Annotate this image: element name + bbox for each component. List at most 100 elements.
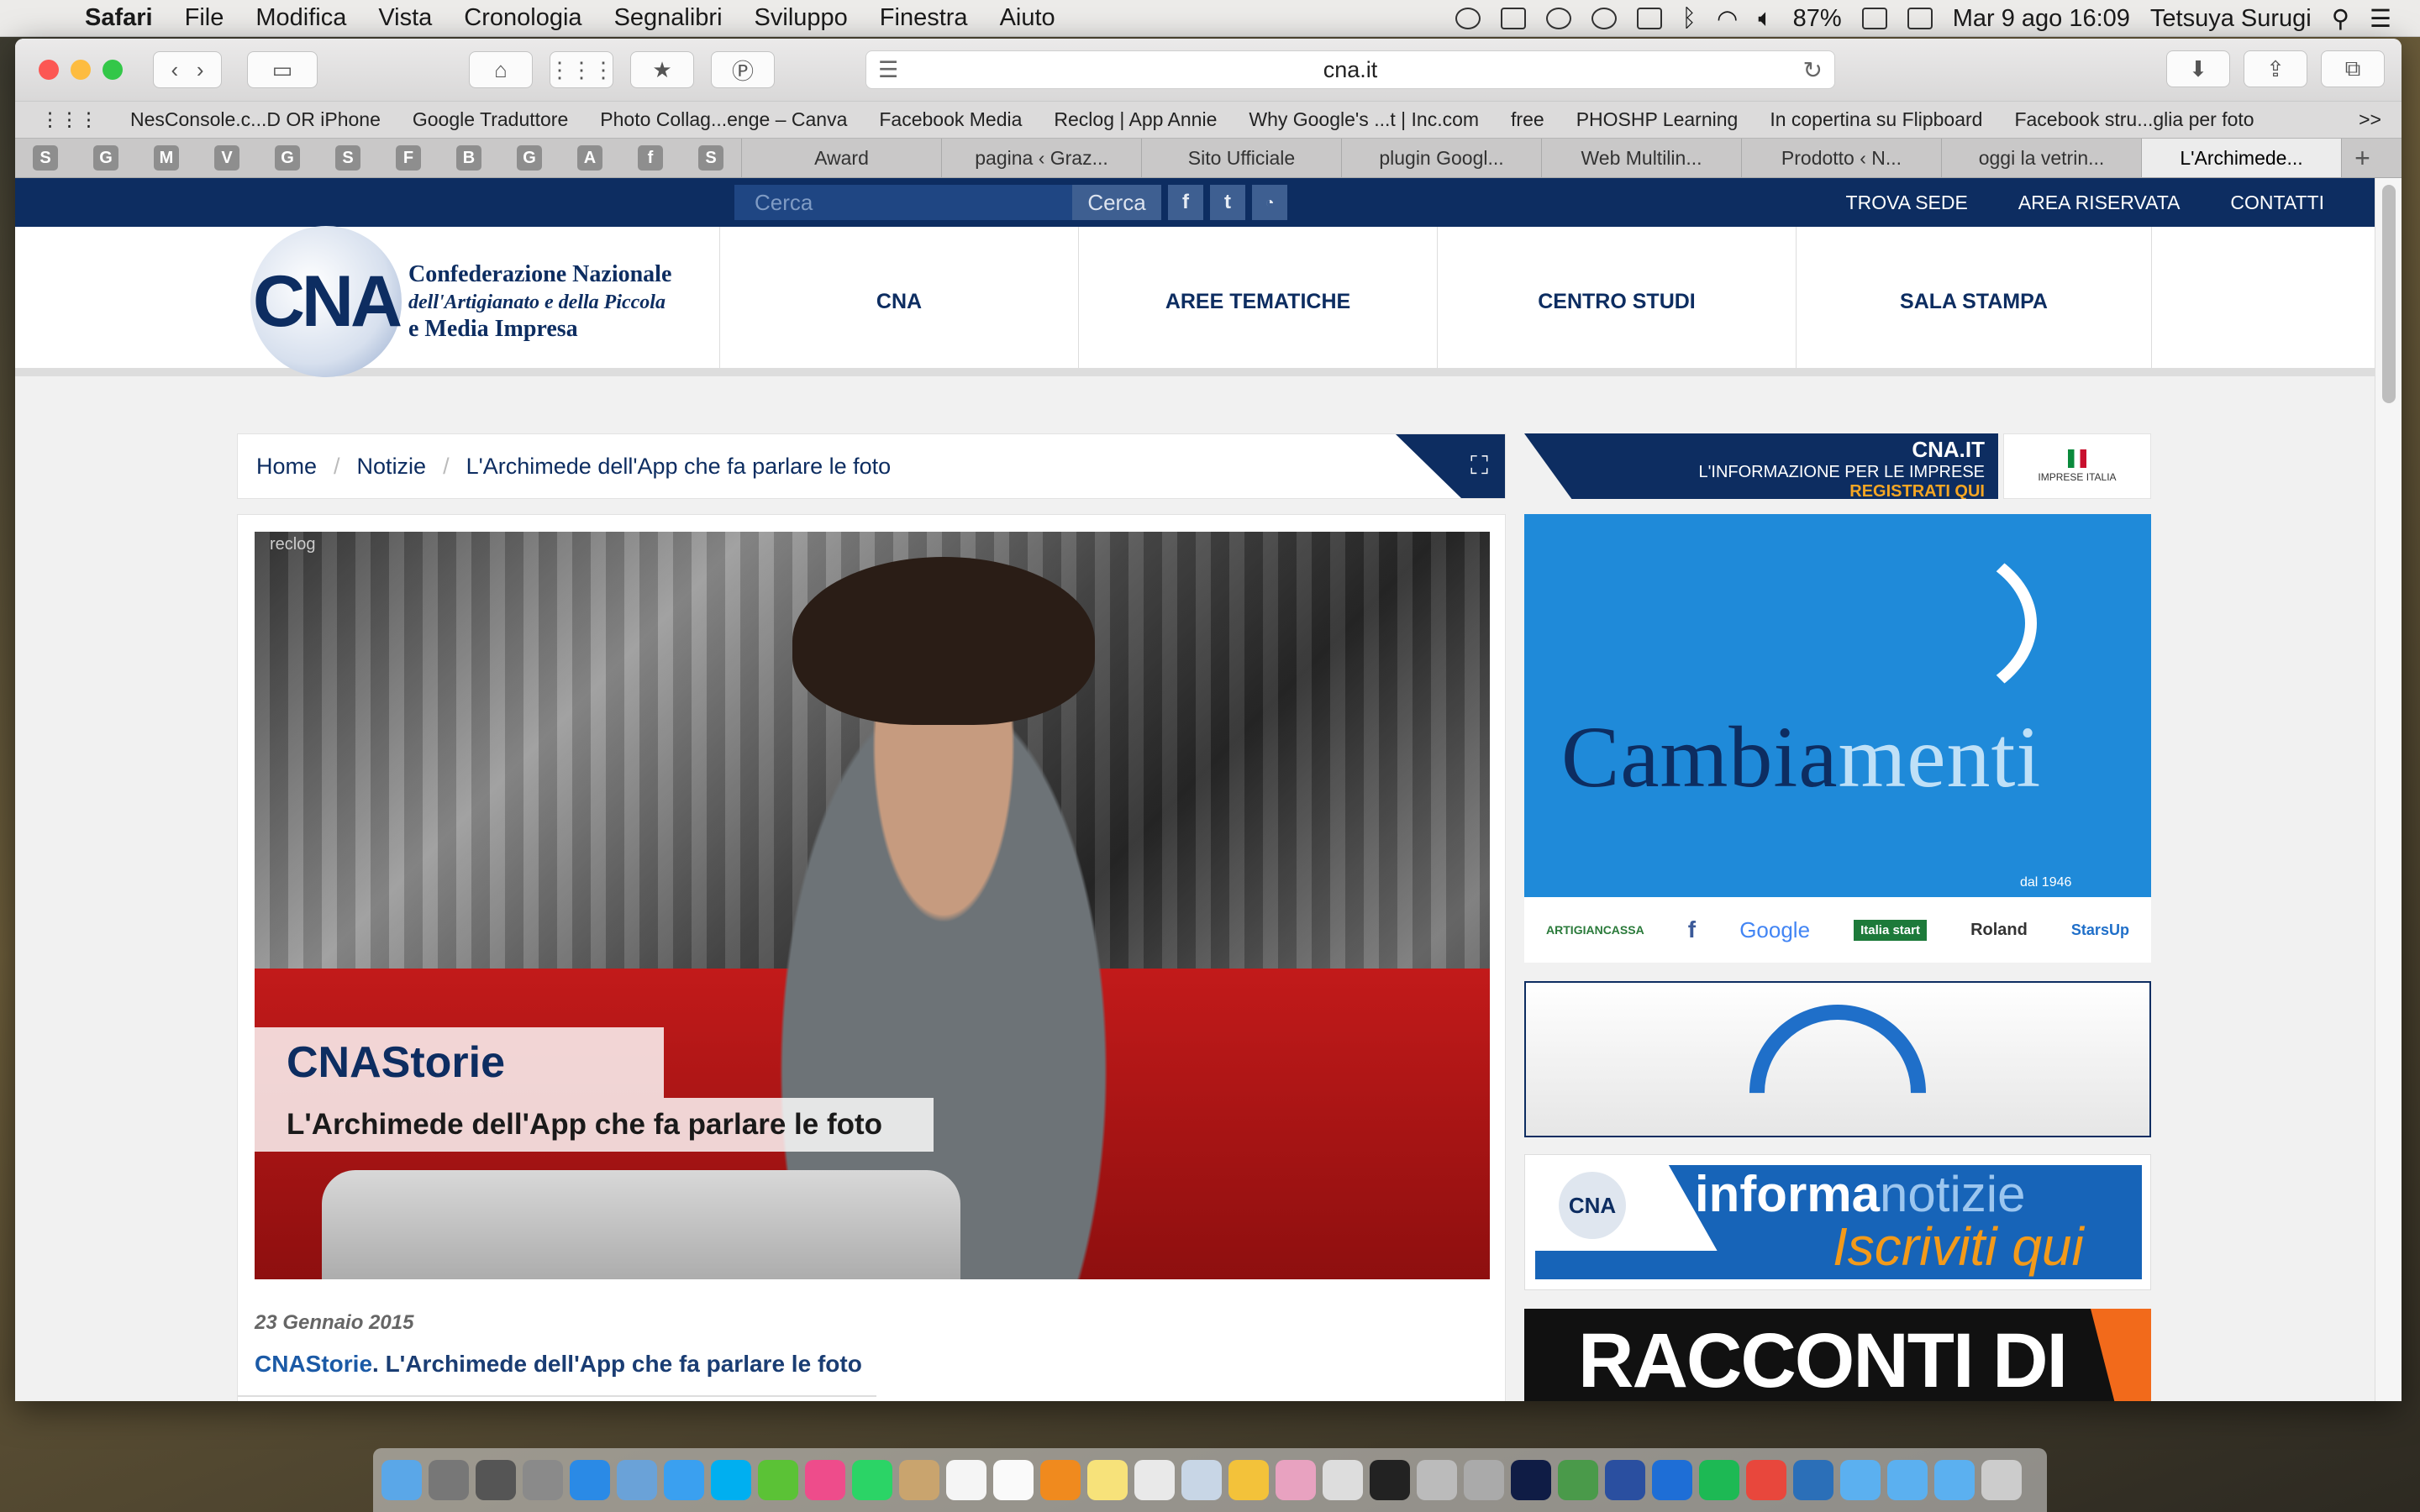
breadcrumb-home[interactable]: Home (256, 454, 317, 480)
skype-icon[interactable] (711, 1460, 751, 1500)
help-icon[interactable] (1464, 1460, 1504, 1500)
messages-icon[interactable] (1545, 8, 1571, 29)
app-icon[interactable] (1558, 1460, 1598, 1500)
volume-icon[interactable]: 🔈︎ (1758, 5, 1772, 33)
messages-icon[interactable] (664, 1460, 704, 1500)
favorite-link[interactable]: NesConsole.c...D OR iPhone (114, 108, 397, 131)
browser-tab[interactable]: pagina ‹ Graz... (941, 139, 1141, 177)
browser-tab[interactable]: plugin Googl... (1341, 139, 1541, 177)
pinned-tab[interactable]: B (454, 139, 484, 177)
cnait-register-banner[interactable]: CNA.IT L'INFORMAZIONE PER LE IMPRESE REG… (1524, 433, 1998, 499)
notification-center-icon[interactable]: ☰ (2370, 4, 2391, 34)
bookmark-button[interactable]: ★ (630, 51, 694, 88)
wifi-banner[interactable] (1524, 968, 2151, 1218)
nav-item-centro-studi[interactable]: CENTRO STUDI (1437, 227, 1796, 376)
favorite-link[interactable]: Photo Collag...enge – Canva (584, 108, 863, 131)
top-sites-button[interactable]: ⋮⋮⋮ (549, 51, 614, 88)
browser-tab[interactable]: Sito Ufficiale (1141, 139, 1341, 177)
app-icon[interactable] (429, 1460, 469, 1500)
facebook-icon[interactable]: f (1168, 185, 1203, 220)
pinned-tab[interactable]: A (575, 139, 605, 177)
page-scrollbar[interactable] (2375, 178, 2402, 1401)
battery-percent[interactable]: 87% (1793, 5, 1842, 33)
spotlight-icon[interactable]: ⚲ (2332, 4, 2349, 34)
facetime-icon[interactable] (758, 1460, 798, 1500)
trova-sede-link[interactable]: TROVA SEDE (1846, 192, 1968, 214)
favorite-link[interactable]: PHOSHP Learning (1560, 108, 1754, 131)
finder-icon[interactable] (381, 1460, 422, 1500)
contacts-icon[interactable] (899, 1460, 939, 1500)
calendar-icon[interactable] (1907, 8, 1933, 29)
itunes-icon[interactable] (805, 1460, 845, 1500)
calendar-icon[interactable] (946, 1460, 986, 1500)
browser-tab[interactable]: Award (741, 139, 941, 177)
app-icon[interactable] (523, 1460, 563, 1500)
favorite-link[interactable]: Facebook Media (863, 108, 1038, 131)
folder-icon[interactable] (1840, 1460, 1881, 1500)
pinned-tab[interactable]: G (272, 139, 302, 177)
pinned-tab[interactable]: F (393, 139, 424, 177)
app-icon[interactable] (1652, 1460, 1692, 1500)
browser-tab[interactable]: Prodotto ‹ N... (1741, 139, 1941, 177)
menu-app[interactable]: Safari (69, 4, 169, 32)
notes-icon[interactable] (1087, 1460, 1128, 1500)
whatsapp-icon[interactable] (852, 1460, 892, 1500)
wifi-icon[interactable]: ◠ (1717, 4, 1738, 34)
preview-icon[interactable] (1134, 1460, 1175, 1500)
menu-file[interactable]: File (169, 4, 240, 32)
browser-tab-active[interactable]: L'Archimede... (2141, 139, 2341, 177)
ibooks-icon[interactable] (1040, 1460, 1081, 1500)
scrollbar-thumb[interactable] (2382, 185, 2396, 403)
nav-item-aree-tematiche[interactable]: AREE TEMATICHE (1078, 227, 1437, 376)
back-icon[interactable]: ‹ (171, 57, 178, 83)
address-text[interactable]: cna.it (1323, 57, 1378, 83)
pinned-tab[interactable]: V (212, 139, 242, 177)
site-search-button[interactable]: Cerca (1072, 185, 1161, 220)
airplay-icon[interactable] (1500, 8, 1526, 29)
menu-aiuto[interactable]: Aiuto (984, 4, 1071, 32)
rete-imprese-italia-logo[interactable]: IMPRESE ITALIA (2003, 433, 2151, 499)
twitter-icon[interactable]: t (1210, 185, 1245, 220)
racconti-banner[interactable]: RACCONTI DI (1524, 1309, 2151, 1401)
app-icon[interactable] (1323, 1460, 1363, 1500)
app-icon[interactable] (1228, 1460, 1269, 1500)
safari-icon[interactable] (570, 1460, 610, 1500)
status-circle-icon[interactable] (1455, 8, 1481, 29)
nav-item-sala-stampa[interactable]: SALA STAMPA (1796, 227, 2152, 376)
downloads-button[interactable]: ⬇ (2166, 50, 2230, 87)
pinned-tab[interactable]: S (333, 139, 363, 177)
folder-icon[interactable] (1887, 1460, 1928, 1500)
folder-icon[interactable] (1934, 1460, 1975, 1500)
photos-icon[interactable] (1276, 1460, 1316, 1500)
favorite-link[interactable]: Why Google's ...t | Inc.com (1233, 108, 1495, 131)
browser-tab[interactable]: Web Multilin... (1541, 139, 1741, 177)
camera-icon[interactable] (1370, 1460, 1410, 1500)
menu-sviluppo[interactable]: Sviluppo (739, 4, 864, 32)
pinned-tab[interactable]: G (514, 139, 544, 177)
back-forward-buttons[interactable]: ‹ › (153, 51, 222, 88)
favorites-overflow[interactable]: >> (2343, 108, 2402, 131)
clock[interactable]: Mar 9 ago 16:09 (1953, 5, 2130, 33)
spotify-icon[interactable] (1699, 1460, 1739, 1500)
favorite-link[interactable]: Reclog | App Annie (1038, 108, 1233, 131)
pinned-tab[interactable]: S (30, 139, 60, 177)
browser-tab[interactable]: oggi la vetrin... (1941, 139, 2141, 177)
menu-vista[interactable]: Vista (362, 4, 448, 32)
app-icon[interactable] (1793, 1460, 1833, 1500)
breadcrumb-notizie[interactable]: Notizie (357, 454, 427, 480)
menu-segnalibri[interactable]: Segnalibri (598, 4, 739, 32)
reader-icon[interactable]: ☰ (878, 57, 898, 83)
address-bar[interactable]: ☰ cna.it ↻ (865, 50, 1835, 89)
pinterest-button[interactable]: Ⓟ (711, 51, 775, 88)
share-button[interactable]: ⇪ (2244, 50, 2307, 87)
chrome-icon[interactable] (1746, 1460, 1786, 1500)
lock-icon[interactable] (1636, 8, 1662, 29)
minimize-window-button[interactable] (71, 60, 91, 80)
time-machine-icon[interactable] (1591, 8, 1617, 29)
favorites-grid-icon[interactable]: ⋮⋮⋮ (15, 108, 114, 131)
site-search-input[interactable]: Cerca (734, 185, 1072, 220)
favorite-link[interactable]: In copertina su Flipboard (1754, 108, 1998, 131)
reminders-icon[interactable] (993, 1460, 1034, 1500)
tabs-overview-button[interactable]: ⧉ (2321, 50, 2385, 87)
app-icon[interactable] (617, 1460, 657, 1500)
